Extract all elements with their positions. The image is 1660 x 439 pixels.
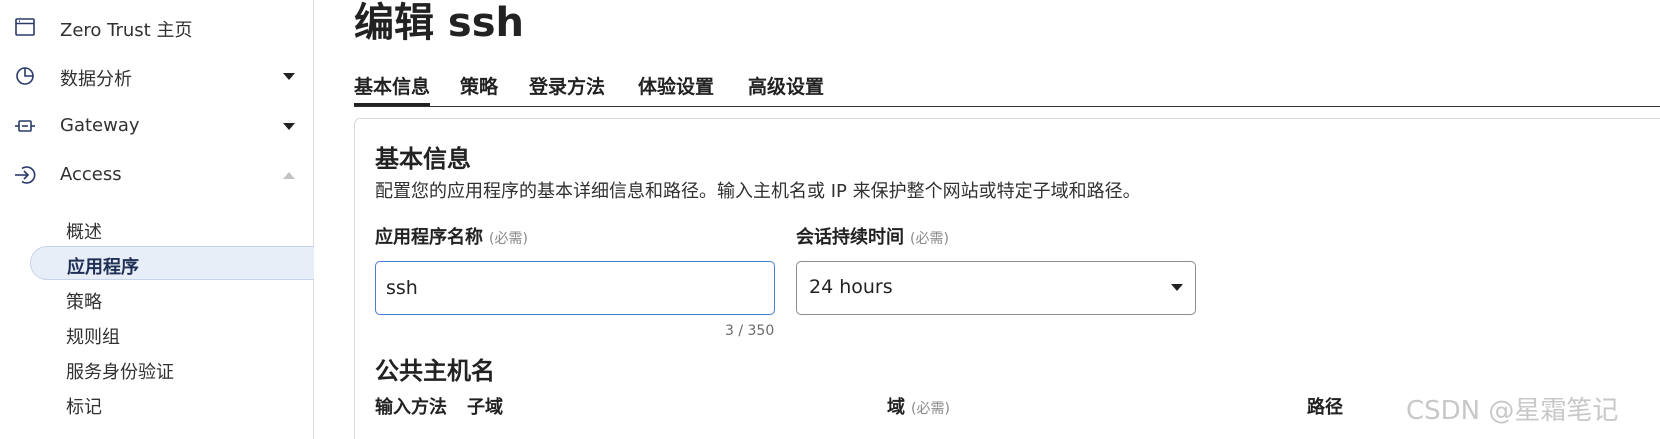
- required-hint: (必需): [911, 401, 950, 417]
- app-name-input[interactable]: [375, 261, 775, 315]
- session-duration-value: 24 hours: [809, 276, 893, 298]
- access-sign-in-icon: [12, 163, 38, 187]
- gateway-icon: [12, 114, 38, 138]
- sidebar-item-zero-trust-home[interactable]: Zero Trust 主页: [0, 7, 314, 47]
- chevron-down-icon: [1171, 284, 1183, 291]
- sidebar-subitem-label: 概述: [66, 222, 102, 243]
- sidebar-item-label: Zero Trust 主页: [60, 20, 193, 41]
- tab-policies[interactable]: 策略: [460, 72, 498, 106]
- sidebar-item-label: Gateway: [60, 115, 140, 136]
- sidebar-subitem-policies[interactable]: 策略: [30, 282, 314, 316]
- sidebar-item-gateway[interactable]: Gateway: [0, 106, 314, 146]
- sidebar-subitem-label: 策略: [66, 292, 102, 313]
- tab-advanced-settings[interactable]: 高级设置: [748, 72, 824, 106]
- subdomain-label: 子域: [467, 397, 503, 418]
- sidebar-item-access[interactable]: Access: [0, 155, 314, 195]
- chevron-down-icon[interactable]: [283, 123, 295, 130]
- sidebar-subitem-rule-groups[interactable]: 规则组: [30, 317, 314, 351]
- main-content: 编辑 ssh 基本信息 策略 登录方法 体验设置 高级设置 基本信息 配置您的应…: [314, 0, 1660, 439]
- tab-bar: 基本信息 策略 登录方法 体验设置 高级设置: [354, 66, 1660, 107]
- section-description: 配置您的应用程序的基本详细信息和路径。输入主机名或 IP 来保护整个网站或特定子…: [375, 181, 1141, 202]
- session-duration-select[interactable]: 24 hours: [796, 261, 1196, 315]
- domain-label: 域 (必需): [887, 393, 950, 419]
- required-hint: (必需): [910, 231, 949, 247]
- session-duration-label: 会话持续时间 (必需): [796, 223, 949, 249]
- watermark: CSDN @星霜笔记: [1406, 396, 1619, 426]
- sidebar-subitem-applications[interactable]: 应用程序: [30, 246, 314, 280]
- sidebar-subitem-label: 应用程序: [67, 257, 139, 278]
- chevron-up-icon[interactable]: [283, 172, 295, 179]
- sidebar-subitem-service-auth[interactable]: 服务身份验证: [30, 352, 314, 386]
- chevron-down-icon[interactable]: [283, 73, 295, 80]
- sidebar-subitem-label: 服务身份验证: [66, 362, 174, 383]
- section-title-public-hostname: 公共主机名: [375, 357, 495, 385]
- path-label: 路径: [1307, 397, 1343, 418]
- required-hint: (必需): [489, 231, 528, 247]
- sidebar-subitem-overview[interactable]: 概述: [30, 212, 314, 246]
- tab-basic-info[interactable]: 基本信息: [354, 72, 431, 106]
- section-title-basic-info: 基本信息: [375, 145, 471, 173]
- browser-window-icon: [12, 15, 38, 39]
- pie-chart-icon: [12, 64, 38, 88]
- sidebar-subitem-label: 规则组: [66, 327, 120, 348]
- page-title: 编辑 ssh: [354, 0, 525, 46]
- sidebar-item-label: 数据分析: [60, 69, 132, 90]
- app-name-label: 应用程序名称 (必需): [375, 223, 528, 249]
- sidebar: Zero Trust 主页 数据分析 Gateway Access 概述 应用程…: [0, 0, 314, 439]
- session-duration-label-text: 会话持续时间: [796, 227, 904, 248]
- sidebar-item-label: Access: [60, 164, 122, 185]
- tab-experience-settings[interactable]: 体验设置: [638, 72, 714, 106]
- app-name-label-text: 应用程序名称: [375, 227, 483, 248]
- domain-label-text: 域: [887, 397, 905, 418]
- sidebar-subitem-tags[interactable]: 标记: [30, 387, 314, 421]
- sidebar-item-analytics[interactable]: 数据分析: [0, 56, 314, 96]
- input-method-label: 输入方法: [375, 397, 447, 418]
- char-counter: 3 / 350: [725, 323, 775, 339]
- sidebar-subitem-label: 标记: [66, 397, 102, 418]
- tab-login-methods[interactable]: 登录方法: [529, 72, 605, 106]
